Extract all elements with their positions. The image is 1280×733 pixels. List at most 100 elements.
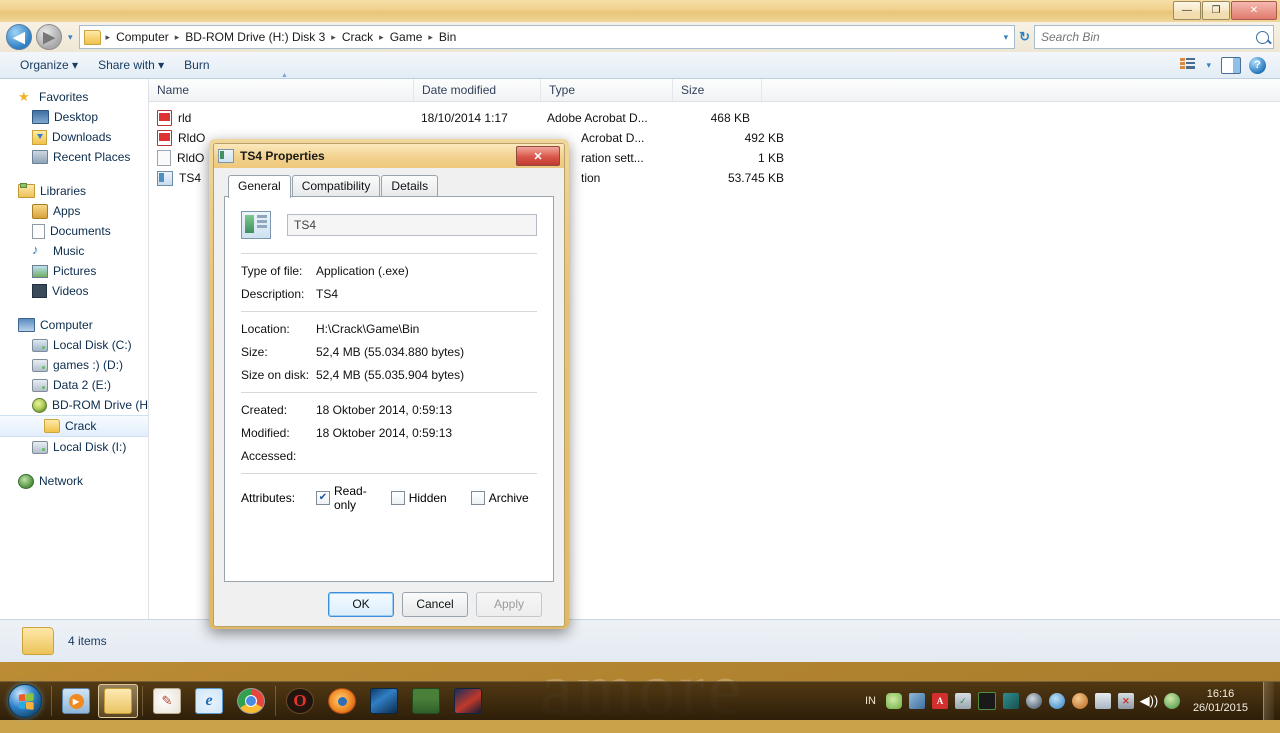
ie-icon: e <box>195 688 223 714</box>
dropbox-icon[interactable] <box>1048 693 1065 709</box>
breadcrumb-item-crack[interactable]: Crack <box>339 29 376 45</box>
taskbar-item-windows-explorer[interactable] <box>98 684 138 718</box>
documents-icon <box>32 223 45 239</box>
breadcrumb[interactable]: ▸ Computer ▸ BD-ROM Drive (H:) Disk 3 ▸ … <box>78 25 1016 49</box>
column-header-type[interactable]: Type <box>541 79 673 101</box>
videos-icon <box>32 284 47 298</box>
dialog-close-button[interactable]: ✕ <box>516 146 560 166</box>
ok-button[interactable]: OK <box>328 591 394 617</box>
network-disconnected-icon[interactable]: ✕ <box>1117 693 1134 709</box>
android-tool-icon[interactable] <box>885 693 902 709</box>
bluetooth-icon[interactable] <box>908 693 925 709</box>
sidebar-item-games-d[interactable]: games :) (D:) <box>0 355 148 375</box>
filename-field[interactable]: TS4 <box>287 214 537 236</box>
sidebar-item-favorites[interactable]: ★ Favorites <box>0 87 148 107</box>
column-header-size[interactable]: Size <box>673 79 762 101</box>
change-view-icon[interactable] <box>1180 58 1196 72</box>
breadcrumb-item-computer[interactable]: Computer <box>113 29 172 45</box>
avira-antivirus-icon[interactable]: A <box>931 693 948 709</box>
volume-icon[interactable]: ◀)) <box>1140 693 1159 709</box>
cancel-button[interactable]: Cancel <box>402 591 468 617</box>
taskbar-item-opera[interactable]: O <box>280 684 320 718</box>
sidebar-item-computer[interactable]: Computer <box>0 315 148 335</box>
taskbar-item-google-chrome[interactable] <box>231 684 271 718</box>
close-button[interactable]: ✕ <box>1231 1 1277 20</box>
preview-pane-icon[interactable] <box>1221 56 1241 74</box>
clock[interactable]: 16:16 26/01/2015 <box>1187 687 1254 715</box>
forward-button[interactable]: ▶ <box>36 24 62 50</box>
nvidia-icon[interactable] <box>1025 693 1042 709</box>
organize-menu-button[interactable]: Organize ▾ <box>10 55 88 75</box>
sidebar-item-local-disk-c[interactable]: Local Disk (C:) <box>0 335 148 355</box>
show-desktop-button[interactable] <box>1263 682 1274 720</box>
breadcrumb-item-bd-rom[interactable]: BD-ROM Drive (H:) Disk 3 <box>182 29 328 45</box>
tab-details[interactable]: Details <box>381 175 439 197</box>
property-accessed: Accessed: <box>241 449 537 463</box>
property-created: Created: 18 Oktober 2014, 0:59:13 <box>241 403 537 417</box>
checkbox-hidden[interactable]: Hidden <box>390 491 447 505</box>
back-button[interactable]: ◀ <box>6 24 32 50</box>
application-icon <box>157 170 173 186</box>
sidebar-item-recent-places[interactable]: Recent Places <box>0 147 148 167</box>
game-icon <box>454 688 482 714</box>
column-header-date-modified[interactable]: Date modified <box>414 79 541 101</box>
view-chevron-down-icon[interactable]: ▾ <box>1204 60 1213 71</box>
apps-icon <box>32 203 48 219</box>
breadcrumb-item-game[interactable]: Game <box>387 29 426 45</box>
sidebar-item-videos[interactable]: Videos <box>0 281 148 301</box>
camera-tool-icon[interactable] <box>977 692 996 710</box>
search-box[interactable] <box>1034 25 1274 49</box>
language-indicator[interactable]: IN <box>862 695 879 707</box>
maximize-button[interactable]: ❐ <box>1202 1 1230 20</box>
divider <box>241 392 537 393</box>
pdf-icon <box>157 130 172 146</box>
sidebar-label: Videos <box>52 284 89 298</box>
breadcrumb-item-bin[interactable]: Bin <box>436 29 459 45</box>
sidebar-item-libraries[interactable]: Libraries <box>0 181 148 201</box>
tab-compatibility[interactable]: Compatibility <box>291 175 381 197</box>
search-input[interactable] <box>1039 29 1256 45</box>
sidebar-item-local-disk-i[interactable]: Local Disk (I:) <box>0 437 148 457</box>
windows-update-icon[interactable] <box>1163 693 1180 709</box>
help-icon[interactable]: ? <box>1249 56 1266 74</box>
chevron-down-icon[interactable]: ▾ <box>1002 32 1011 43</box>
sidebar-label: Local Disk (I:) <box>53 440 127 454</box>
sidebar-item-crack[interactable]: Crack <box>0 415 148 437</box>
display-tool-icon[interactable] <box>1094 693 1111 709</box>
sidebar-item-music[interactable]: ♪ Music <box>0 241 148 261</box>
checkbox-read-only[interactable]: ✔ Read-only <box>316 484 367 512</box>
sidebar-item-apps[interactable]: Apps <box>0 201 148 221</box>
sidebar-item-data2-e[interactable]: Data 2 (E:) <box>0 375 148 395</box>
taskbar-item-game-3[interactable] <box>448 684 488 718</box>
tab-general[interactable]: General <box>228 175 291 198</box>
taskbar-item-paint[interactable]: ✎ <box>147 684 187 718</box>
share-with-menu-button[interactable]: Share with ▾ <box>88 55 174 75</box>
recent-pages-caret-icon[interactable]: ▾ <box>66 32 75 43</box>
daemon-tools-icon[interactable] <box>1071 693 1088 709</box>
checkbox-archive[interactable]: Archive <box>470 491 529 505</box>
burn-button[interactable]: Burn <box>174 55 219 75</box>
sidebar-item-bd-rom-h[interactable]: BD-ROM Drive (H:) D <box>0 395 148 415</box>
sidebar-item-downloads[interactable]: Downloads <box>0 127 148 147</box>
table-row[interactable]: rld 18/10/2014 1:17 Adobe Acrobat D... 4… <box>149 108 1280 128</box>
property-size-on-disk: Size on disk: 52,4 MB (55.035.904 bytes) <box>241 368 537 382</box>
start-button[interactable] <box>2 684 48 718</box>
minimize-button[interactable]: — <box>1173 1 1201 20</box>
usb-safely-remove-icon[interactable]: ✓ <box>954 693 971 709</box>
taskbar-item-game-2[interactable] <box>406 684 446 718</box>
sidebar-item-network[interactable]: Network <box>0 471 148 491</box>
taskbar-item-windows-media-player[interactable]: ▶ <box>56 684 96 718</box>
sidebar-item-desktop[interactable]: Desktop <box>0 107 148 127</box>
taskbar-item-firefox[interactable] <box>322 684 362 718</box>
taskbar-item-internet-explorer[interactable]: e <box>189 684 229 718</box>
network-icon <box>18 473 34 489</box>
refresh-button[interactable]: ↻ <box>1019 29 1030 45</box>
sidebar-item-pictures[interactable]: Pictures <box>0 261 148 281</box>
idm-icon[interactable] <box>1002 693 1019 709</box>
property-value: 52,4 MB (55.034.880 bytes) <box>316 345 465 359</box>
taskbar-item-game-1[interactable] <box>364 684 404 718</box>
sidebar-item-documents[interactable]: Documents <box>0 221 148 241</box>
column-header-name[interactable]: Name <box>149 72 414 101</box>
dialog-titlebar[interactable]: TS4 Properties ✕ <box>214 144 564 168</box>
window-titlebar[interactable]: — ❐ ✕ <box>0 0 1280 22</box>
